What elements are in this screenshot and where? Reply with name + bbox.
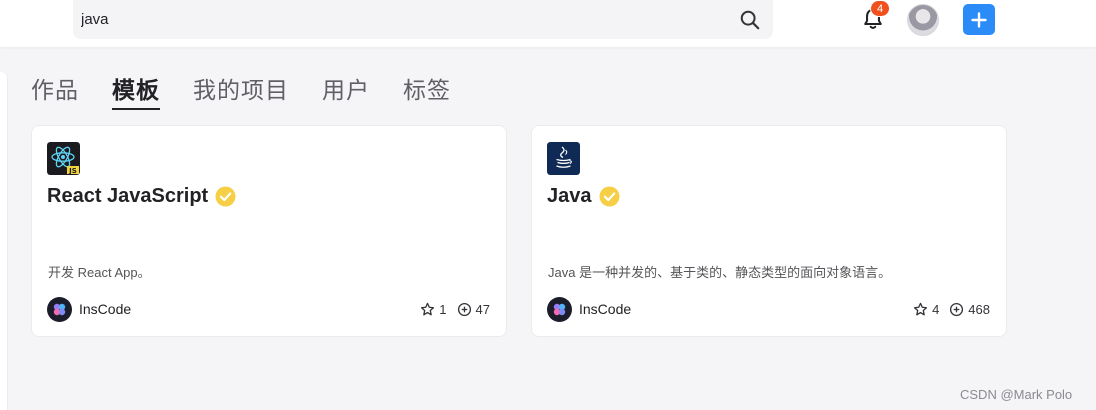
inscode-logo-icon [47,296,72,322]
card-footer: InsCode 4 468 [547,296,990,322]
card-stats: 4 468 [913,302,990,317]
search-bar [73,0,773,39]
react-js-logo-icon: JS [47,142,80,175]
template-card-java[interactable]: Java Java 是一种并发的、基于类的、静态类型的面向对象语言。 InsCo… [531,125,1007,337]
category-tabs: 作品 模板 我的项目 用户 标签 [31,72,484,112]
template-card-react[interactable]: JS React JavaScript 开发 React App。 InsCod… [31,125,507,337]
owner-name[interactable]: InsCode [79,301,131,317]
java-logo-icon [547,142,580,175]
star-icon[interactable] [420,302,435,317]
card-title-row: React JavaScript [47,185,236,208]
card-footer: InsCode 1 47 [47,296,490,322]
verified-check-icon [215,186,236,207]
watermark: CSDN @Mark Polo [960,387,1073,402]
card-stats: 1 47 [420,302,490,317]
notification-badge: 4 [870,0,890,17]
search-input[interactable] [73,4,713,35]
search-icon[interactable] [739,9,761,31]
star-count: 4 [932,301,940,317]
fork-count: 468 [968,301,990,317]
top-bar: 4 [0,0,1096,47]
tab-works[interactable]: 作品 [31,72,79,110]
star-icon[interactable] [913,302,928,317]
star-count: 1 [439,301,447,317]
fork-plus-icon[interactable] [949,302,964,317]
card-title: React JavaScript [47,185,209,207]
side-panel-edge [0,72,7,410]
tab-tags[interactable]: 标签 [403,72,451,110]
owner-name[interactable]: InsCode [579,301,631,317]
card-title-row: Java [547,185,620,208]
card-description: 开发 React App。 [48,265,151,280]
tab-templates[interactable]: 模板 [112,72,160,110]
fork-count: 47 [475,301,490,317]
tab-my-projects[interactable]: 我的项目 [193,72,289,110]
tab-users[interactable]: 用户 [322,72,370,110]
add-button[interactable] [963,4,995,35]
fork-plus-icon[interactable] [457,302,472,317]
plus-icon [971,11,987,28]
inscode-logo-icon [547,296,572,322]
svg-text:JS: JS [68,167,77,175]
avatar[interactable] [907,4,939,36]
card-description: Java 是一种并发的、基于类的、静态类型的面向对象语言。 [548,265,892,280]
card-title: Java [547,185,592,207]
verified-check-icon [599,186,619,207]
